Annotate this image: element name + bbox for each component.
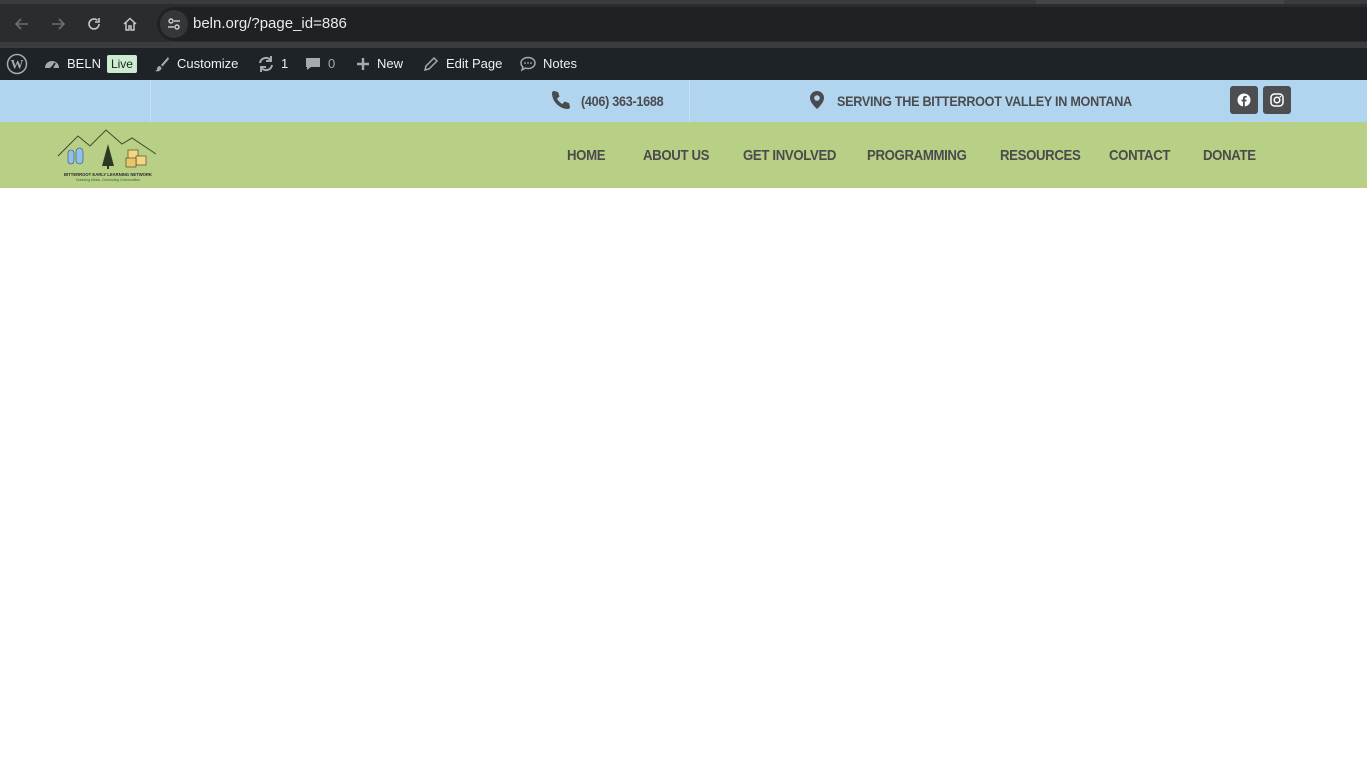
service-area-text: SERVING THE BITTERROOT VALLEY IN MONTANA: [837, 93, 1132, 109]
comments-button[interactable]: 0: [304, 48, 335, 80]
notes-button[interactable]: Notes: [519, 48, 577, 80]
tab-strip-segment: [1036, 0, 1284, 4]
site-settings-icon: [168, 18, 180, 30]
top-info-bar: [0, 80, 1367, 122]
reload-icon: [88, 18, 100, 30]
nav-about-us[interactable]: ABOUT US: [643, 147, 709, 165]
pencil-icon: [423, 56, 439, 72]
home-button[interactable]: [118, 12, 142, 36]
nav-programming[interactable]: PROGRAMMING: [867, 147, 967, 165]
map-pin-icon: [810, 91, 824, 109]
notes-label: Notes: [543, 56, 577, 71]
forward-button[interactable]: [46, 12, 70, 36]
edit-page-label: Edit Page: [446, 56, 503, 71]
url-text[interactable]: beln.org/?page_id=886: [193, 15, 347, 33]
phone-number[interactable]: (406) 363-1688: [581, 93, 664, 109]
facebook-icon: [1237, 93, 1251, 107]
site-info-button[interactable]: [160, 10, 188, 38]
wp-logo-button[interactable]: W: [6, 48, 28, 80]
plus-icon: [357, 58, 369, 70]
instagram-icon: [1270, 93, 1284, 107]
dashboard-icon: [45, 61, 59, 70]
nav-donate[interactable]: DONATE: [1203, 147, 1256, 165]
updates-button[interactable]: 1: [257, 48, 288, 80]
paintbrush-icon: [155, 57, 169, 72]
back-button[interactable]: [10, 12, 34, 36]
new-content-button[interactable]: New: [355, 48, 403, 80]
wp-site-name[interactable]: BELN Live: [43, 48, 137, 80]
home-icon: [123, 17, 137, 31]
new-label: New: [377, 56, 404, 71]
beln-logo[interactable]: BITTERROOT EARLY LEARNING NETWORK Nurtur…: [56, 126, 160, 184]
phone-icon: [552, 91, 570, 109]
live-badge: Live: [106, 55, 137, 73]
customize-label: Customize: [177, 56, 239, 71]
comments-count: 0: [328, 56, 336, 71]
edit-page-button[interactable]: Edit Page: [422, 48, 502, 80]
nav-resources[interactable]: RESOURCES: [1000, 147, 1081, 165]
facebook-link[interactable]: [1230, 86, 1258, 114]
customize-button[interactable]: Customize: [153, 48, 238, 80]
logo-title: BITTERROOT EARLY LEARNING NETWORK: [64, 172, 152, 177]
info-divider: [689, 80, 690, 122]
nav-contact[interactable]: CONTACT: [1109, 147, 1170, 165]
page-content: [0, 188, 1367, 776]
nav-get-involved[interactable]: GET INVOLVED: [743, 147, 836, 165]
tab-strip: [0, 0, 1367, 4]
site-name-label: BELN: [67, 56, 101, 71]
nav-home[interactable]: HOME: [567, 147, 606, 165]
info-divider: [150, 80, 151, 122]
forward-arrow-icon: [52, 18, 66, 30]
wordpress-icon: W: [6, 53, 28, 75]
svg-text:W: W: [11, 57, 24, 72]
back-arrow-icon: [14, 18, 28, 30]
updates-count: 1: [281, 56, 289, 71]
updates-icon: [259, 56, 273, 72]
comment-icon: [306, 58, 320, 70]
speech-bubble-icon: [520, 56, 536, 72]
instagram-link[interactable]: [1263, 86, 1291, 114]
logo-tagline: Nurturing Minds, Connecting Communities: [76, 178, 140, 182]
reload-button[interactable]: [82, 12, 106, 36]
